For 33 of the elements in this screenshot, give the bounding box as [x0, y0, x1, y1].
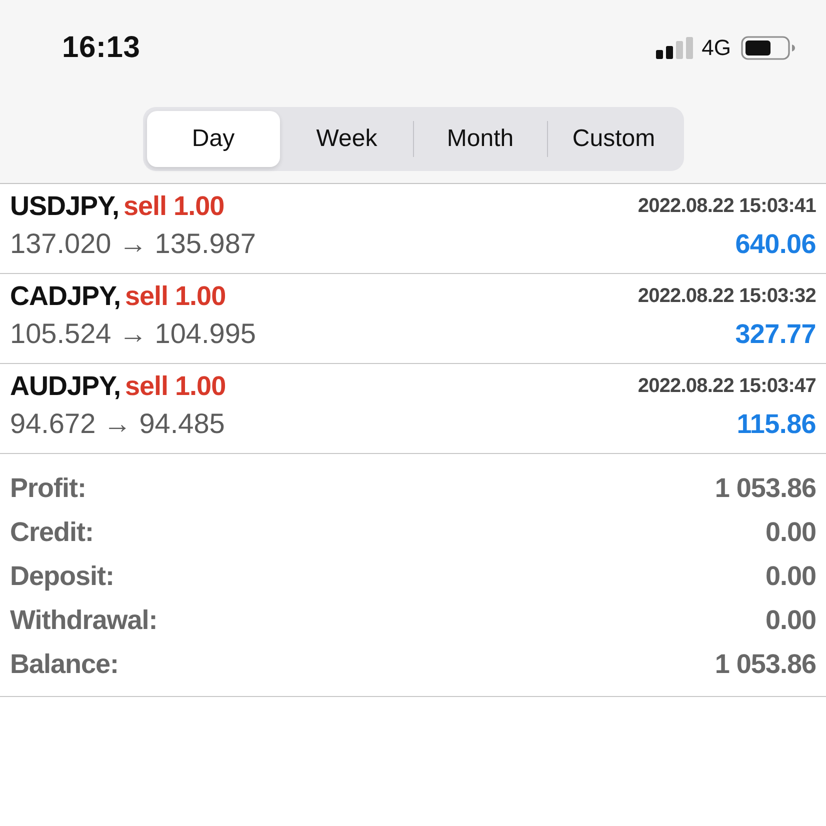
- period-tab[interactable]: Week: [280, 111, 413, 167]
- summary-label: Deposit:: [10, 560, 114, 592]
- period-tab[interactable]: Month: [414, 111, 546, 167]
- period-tab[interactable]: Custom: [548, 111, 680, 167]
- profit-value-text: 115.86: [736, 408, 816, 440]
- deal-time-text: 2022.08.22 15:03:47: [638, 374, 816, 398]
- order-type-text: sell 1.00: [125, 280, 226, 310]
- order-type-text: sell 1.00: [125, 370, 226, 400]
- summary-value: 1 053.86: [714, 472, 816, 504]
- signal-icon: [656, 37, 694, 59]
- network-type-text: 4G: [702, 35, 731, 61]
- profit-value-text: 640.06: [735, 228, 816, 260]
- summary-label: Withdrawal:: [10, 604, 158, 636]
- summary-label: Balance:: [10, 648, 119, 680]
- status-time: 16:13: [62, 31, 140, 65]
- symbol-text: USDJPY,: [10, 190, 120, 220]
- summary-label: Credit:: [10, 516, 94, 548]
- summary-value: 0.00: [765, 516, 816, 548]
- order-type-text: sell 1.00: [124, 190, 224, 220]
- profit-value-text: 327.77: [735, 318, 816, 350]
- price-change-text: 137.020 → 135.987: [10, 228, 256, 260]
- price-change-text: 105.524 → 104.995: [10, 318, 256, 350]
- summary-value: 0.00: [765, 560, 816, 592]
- battery-icon: [741, 36, 796, 60]
- deal-time-text: 2022.08.22 15:03:32: [638, 284, 816, 308]
- period-tab[interactable]: Day: [147, 111, 280, 167]
- summary-label: Profit:: [10, 472, 86, 504]
- symbol-text: AUDJPY,: [10, 370, 121, 400]
- summary-value: 0.00: [765, 604, 816, 636]
- price-change-text: 94.672 → 94.485: [10, 408, 225, 440]
- summary-value: 1 053.86: [714, 648, 816, 680]
- symbol-text: CADJPY,: [10, 280, 121, 310]
- deal-time-text: 2022.08.22 15:03:41: [638, 194, 816, 218]
